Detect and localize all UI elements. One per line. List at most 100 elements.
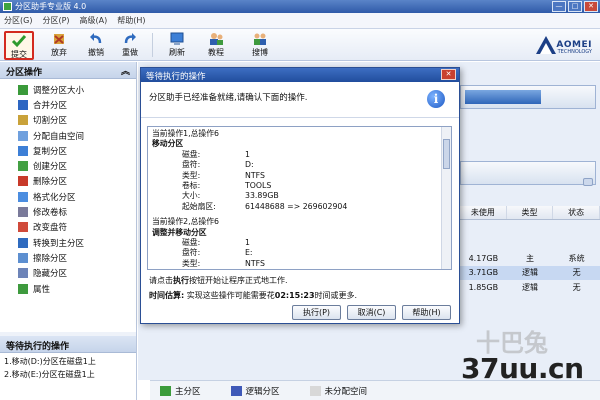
op-split-partition[interactable]: 切割分区	[18, 113, 136, 128]
disk-bar[interactable]	[460, 161, 596, 186]
hide-icon	[18, 268, 28, 279]
format-icon	[18, 191, 28, 202]
col-free[interactable]: 未使用	[460, 206, 507, 219]
op-field: 磁盘: 1	[182, 149, 250, 159]
discard-button[interactable]: 放弃	[44, 31, 74, 60]
op-field: 大小: 33.89GB	[182, 191, 279, 201]
wipe-icon	[18, 252, 28, 263]
legend-logical: 逻辑分区	[230, 385, 280, 397]
label-icon	[18, 207, 28, 218]
pending-item[interactable]: 2.移动(E:)分区在磁盘1上	[4, 369, 132, 382]
tutorial-icon	[210, 33, 223, 45]
resize-icon	[18, 84, 28, 95]
op-resize-partition[interactable]: 调整分区大小	[18, 82, 136, 97]
op-hide-partition[interactable]: 隐藏分区	[18, 266, 136, 281]
maximize-button[interactable]: □	[568, 1, 582, 12]
left-panel: 分区操作 ︽ 调整分区大小 合并分区 切割分区 分配自由空间 复制分区 创建分区…	[0, 62, 137, 400]
op-create-partition[interactable]: 创建分区	[18, 158, 136, 173]
dialog-title-bar: 等待执行的操作 ✕	[141, 68, 459, 82]
collapse-icon[interactable]: ︽	[121, 64, 130, 77]
op-delete-partition[interactable]: 删除分区	[18, 174, 136, 189]
watermark-text: 37uu.cn	[461, 352, 584, 385]
apply-button[interactable]: 提交	[4, 31, 34, 60]
dialog-close-button[interactable]: ✕	[441, 69, 456, 80]
delete-icon	[18, 176, 28, 187]
table-row[interactable]: 3.71GB 逻辑 无	[460, 266, 600, 280]
dialog-info: 分区助手已经准备就绪,请确认下面的操作. i	[141, 82, 459, 118]
legend-swatch	[230, 386, 242, 396]
pending-header: 等待执行的操作	[0, 336, 136, 353]
redo-button[interactable]: 重做	[115, 31, 145, 60]
undo-icon	[90, 33, 102, 44]
search-people-icon	[254, 33, 266, 45]
menu-advanced[interactable]: 高级(A)	[80, 15, 108, 26]
pending-operations-dialog: 等待执行的操作 ✕ 分区助手已经准备就绪,请确认下面的操作. i 当前操作1,总…	[140, 67, 460, 324]
discard-icon	[54, 34, 64, 44]
op-format-partition[interactable]: 格式化分区	[18, 189, 136, 204]
aomei-logo: AOMEI TECHNOLOGY	[532, 32, 592, 58]
refresh-button[interactable]: 刷新	[162, 31, 192, 60]
undo-button[interactable]: 撤销	[81, 31, 111, 60]
scroll-thumb[interactable]	[443, 139, 450, 169]
op-wipe-partition[interactable]: 擦除分区	[18, 250, 136, 265]
drive-letter-icon	[18, 222, 28, 233]
title-bar: 分区助手专业版 4.0 — □ ✕	[0, 0, 600, 13]
copy-icon	[18, 145, 28, 156]
window-title: 分区助手专业版 4.0	[15, 2, 87, 11]
search-people-button[interactable]: 搜博	[245, 31, 275, 60]
logo-mark-icon	[536, 36, 556, 54]
op-properties[interactable]: 属性	[18, 281, 136, 296]
toolbar: 提交 放弃 撤销 重做 刷新 教程 搜博 AOMEI TECHNOLOGY	[0, 29, 600, 61]
properties-icon	[18, 283, 28, 294]
close-button[interactable]: ✕	[584, 1, 598, 12]
tutorial-button[interactable]: 教程	[201, 31, 231, 60]
redo-icon	[124, 33, 136, 44]
pending-list: 1.移动(D:)分区在磁盘1上 2.移动(E:)分区在磁盘1上	[0, 353, 136, 400]
legend-primary: 主分区	[160, 385, 201, 397]
operations-list: 调整分区大小 合并分区 切割分区 分配自由空间 复制分区 创建分区 删除分区 格…	[0, 79, 136, 332]
info-icon: i	[427, 90, 445, 108]
op-change-label[interactable]: 修改卷标	[18, 204, 136, 219]
execute-button[interactable]: 执行(P)	[292, 305, 341, 320]
operations-detail-box[interactable]: 当前操作1,总操作6 移动分区 磁盘: 1 盘符: D: 类型: NTFS 卷标: TO…	[147, 126, 452, 270]
dialog-buttons: 执行(P) 取消(C) 帮助(H)	[292, 305, 451, 320]
cancel-button[interactable]: 取消(C)	[347, 305, 396, 320]
time-estimate: 时间估算: 实现这些操作可能需要花02:15:23时间或更多.	[149, 291, 358, 300]
partition-table-header: 未使用 类型 状态	[460, 206, 600, 220]
help-button[interactable]: 帮助(H)	[402, 305, 451, 320]
pending-item[interactable]: 1.移动(D:)分区在磁盘1上	[4, 356, 132, 369]
minimize-button[interactable]: —	[552, 1, 566, 12]
operations-header: 分区操作 ︽	[0, 62, 136, 79]
menu-partition-p[interactable]: 分区(P)	[42, 15, 69, 26]
op-field: 盘符: D:	[182, 160, 254, 170]
split-icon	[18, 115, 28, 126]
detail-scrollbar[interactable]	[441, 127, 451, 269]
table-row[interactable]: 4.17GB 主 系统	[460, 252, 600, 266]
merge-icon	[18, 99, 28, 110]
disk-bar-fill	[465, 90, 541, 104]
disk-bar[interactable]	[460, 85, 596, 109]
op-convert-primary[interactable]: 转换到主分区	[18, 235, 136, 250]
menu-partition[interactable]: 分区(G)	[4, 15, 32, 26]
op-header: 当前操作1,总操作6	[152, 129, 219, 138]
table-row[interactable]: 1.85GB 逻辑 无	[460, 281, 600, 295]
op-field: 盘符: E:	[182, 248, 253, 258]
disk-scroll-thumb[interactable]	[583, 178, 593, 186]
col-status[interactable]: 状态	[553, 206, 600, 219]
dialog-hint: 请点击执行按钮开始让程序正式地工作.	[149, 276, 288, 285]
op-allocate-free-space[interactable]: 分配自由空间	[18, 128, 136, 143]
op-change-drive-letter[interactable]: 改变盘符	[18, 220, 136, 235]
convert-icon	[18, 237, 28, 248]
op-field: 磁盘: 1	[182, 237, 250, 247]
menu-help[interactable]: 帮助(H)	[117, 15, 145, 26]
refresh-icon	[170, 32, 184, 45]
op-copy-partition[interactable]: 复制分区	[18, 143, 136, 158]
toolbar-separator	[152, 33, 153, 57]
col-type[interactable]: 类型	[507, 206, 554, 219]
legend-unallocated: 未分配空间	[309, 385, 367, 397]
allocate-icon	[18, 130, 28, 141]
op-merge-partition[interactable]: 合并分区	[18, 97, 136, 112]
dialog-info-text: 分区助手已经准备就绪,请确认下面的操作.	[149, 93, 308, 103]
logo-sub: TECHNOLOGY	[557, 49, 592, 55]
op-field: 起始扇区: 61448688 => 269602904	[182, 201, 348, 211]
